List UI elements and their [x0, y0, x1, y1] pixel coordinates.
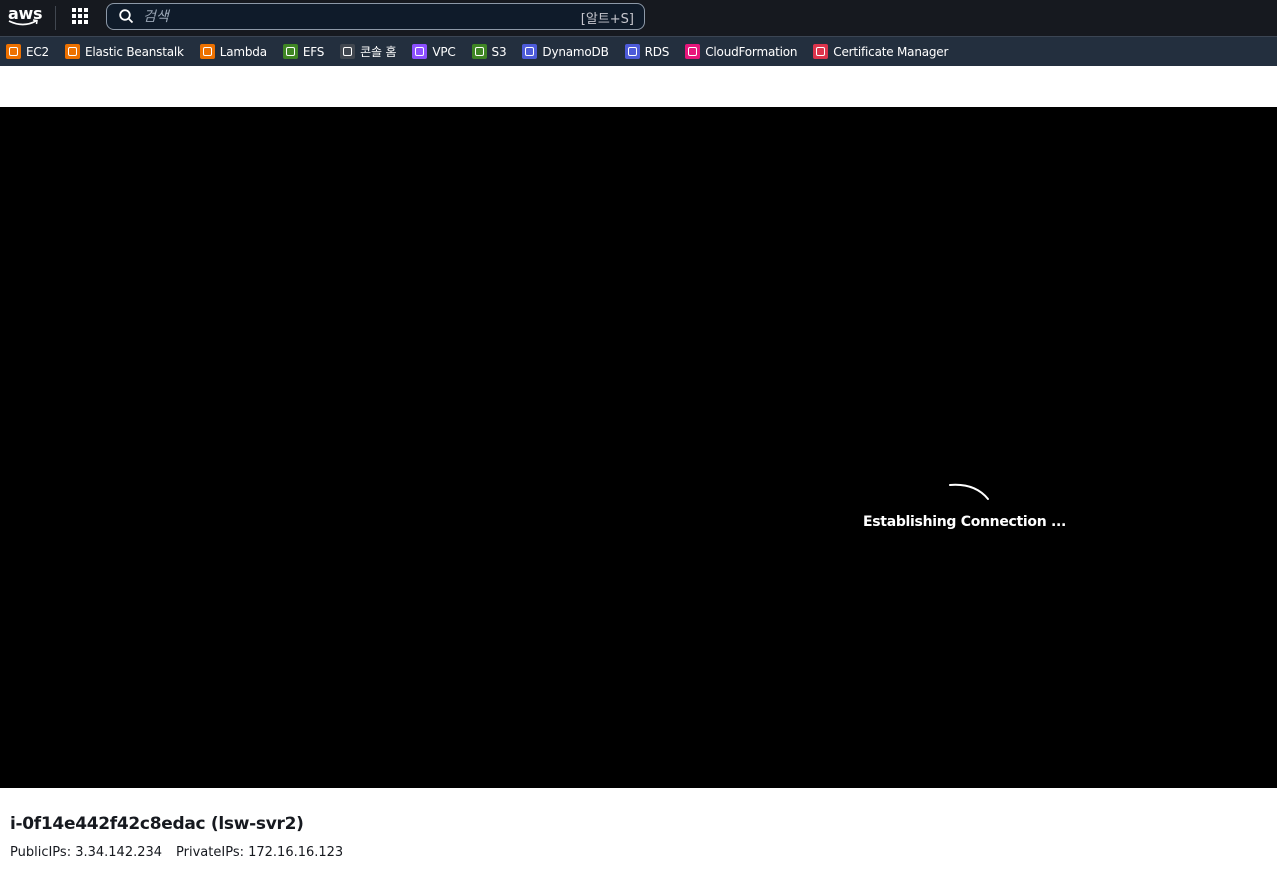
favorite-label: EC2: [26, 44, 49, 59]
certificate-manager-icon: [813, 44, 829, 59]
console-home-icon: [340, 44, 356, 59]
dynamodb-icon: [522, 44, 538, 59]
favorite-label: CloudFormation: [705, 44, 798, 59]
favorite-rds[interactable]: RDS: [624, 37, 670, 67]
ec2-icon: [6, 44, 21, 59]
public-ips: PublicIPs: 3.34.142.234: [10, 845, 163, 860]
favorite-ec2[interactable]: EC2: [6, 37, 49, 67]
private-ips: PrivateIPs: 172.16.16.123: [176, 845, 344, 860]
instance-title: i-0f14e442f42c8edac (lsw-svr2): [10, 814, 304, 834]
favorite-label: DynamoDB: [542, 44, 609, 59]
favorites-bar: EC2 Elastic Beanstalk Lambda EFS 콘솔 홈 VPC S3 Dy…: [0, 36, 1277, 66]
favorite-efs[interactable]: EFS: [282, 37, 325, 67]
search-box[interactable]: [알트+S]: [106, 3, 645, 30]
favorite-certificate-manager[interactable]: Certificate Manager: [813, 37, 948, 67]
connection-status: Establishing Connection ...: [863, 514, 1067, 530]
nav-divider: [55, 6, 56, 30]
search-icon: [119, 9, 134, 24]
cloudformation-icon: [685, 44, 701, 59]
efs-icon: [282, 44, 298, 59]
favorite-label: Elastic Beanstalk: [85, 44, 184, 59]
favorite-label: Certificate Manager: [833, 44, 949, 59]
favorite-label: 콘솔 홈: [360, 45, 397, 59]
search-input[interactable]: [143, 6, 563, 27]
favorite-s3[interactable]: S3: [471, 37, 507, 67]
lambda-icon: [199, 44, 215, 59]
favorite-label: EFS: [302, 44, 325, 59]
favorite-elastic-beanstalk[interactable]: Elastic Beanstalk: [65, 37, 184, 67]
vpc-icon: [412, 44, 428, 59]
favorite-label: RDS: [644, 44, 670, 59]
favorite-label: VPC: [432, 44, 456, 59]
aws-smile-icon: [8, 19, 38, 26]
services-menu-icon[interactable]: [70, 6, 90, 26]
favorite-label: S3: [491, 44, 507, 59]
top-navigation: aws [알트+S]: [0, 0, 1277, 36]
favorite-label: Lambda: [219, 44, 267, 59]
toolbar-area: [0, 66, 1277, 107]
instance-ips: PublicIPs: 3.34.142.234 PrivateIPs: 172.1…: [10, 845, 343, 860]
aws-logo[interactable]: aws: [7, 4, 43, 30]
rds-icon: [624, 44, 640, 59]
search-shortcut: [알트+S]: [580, 12, 634, 27]
favorite-vpc[interactable]: VPC: [412, 37, 456, 67]
favorite-lambda[interactable]: Lambda: [199, 37, 267, 67]
favorite-console-home[interactable]: 콘솔 홈: [340, 37, 397, 67]
elastic-beanstalk-icon: [65, 44, 80, 59]
s3-icon: [471, 44, 487, 59]
terminal-screen[interactable]: Establishing Connection ...: [0, 107, 1277, 788]
loading-spinner-icon: [949, 483, 989, 500]
favorite-cloudformation[interactable]: CloudFormation: [685, 37, 797, 67]
favorite-dynamodb[interactable]: DynamoDB: [522, 37, 609, 67]
